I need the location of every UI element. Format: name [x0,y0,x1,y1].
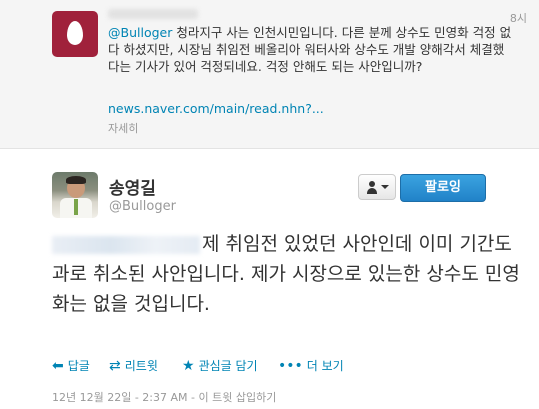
chevron-down-icon [381,185,389,189]
retweet-button[interactable]: ⇄ 리트윗 [109,357,158,374]
favorite-button[interactable]: ★ 관심글 담기 [182,357,258,374]
avatar-hair [66,176,86,184]
tweet-text: 제 취임전 있었던 사안인데 이미 기간도과로 취소된 사안입니다. 제가 시장… [52,229,522,319]
avatar-tie [74,199,78,215]
tweet-timestamp[interactable]: 12년 12월 22일 - 2:37 AM - 이 트윗 삽입하기 [52,389,276,405]
retweet-icon: ⇄ [109,358,121,374]
reply-label: 답글 [67,359,90,373]
more-button[interactable]: ••• 더 보기 [278,357,344,374]
more-label: 더 보기 [306,359,344,373]
favorite-label: 관심글 담기 [198,359,258,373]
egg-icon [67,21,83,45]
reply-tweet: 8시 @Bulloger 청라지구 사는 인천시민입니다. 다른 분께 상수도 … [0,0,539,149]
blurred-username [108,9,198,19]
user-avatar[interactable] [52,172,98,218]
follow-button[interactable]: 팔로잉 [400,174,486,202]
retweet-label: 리트윗 [124,359,158,373]
reply-mention-link[interactable]: @Bulloger [108,25,172,40]
blurred-mention [52,235,200,254]
reply-button[interactable]: ⬅ 답글 [52,357,90,374]
user-name[interactable]: 송영길 [109,174,156,199]
person-icon-body [367,188,377,194]
person-icon [369,181,375,187]
reply-text: @Bulloger 청라지구 사는 인천시민입니다. 다른 분께 상수도 민영화… [108,24,513,75]
reply-arrow-icon: ⬅ [52,358,64,374]
reply-news-link[interactable]: news.naver.com/main/read.nhn?... [108,101,324,116]
more-dots-icon: ••• [278,358,303,374]
star-icon: ★ [182,358,195,374]
user-handle[interactable]: @Bulloger [109,199,176,214]
egg-avatar[interactable] [52,11,98,57]
user-actions-dropdown[interactable] [358,174,396,200]
expand-link[interactable]: 자세히 [108,120,138,136]
